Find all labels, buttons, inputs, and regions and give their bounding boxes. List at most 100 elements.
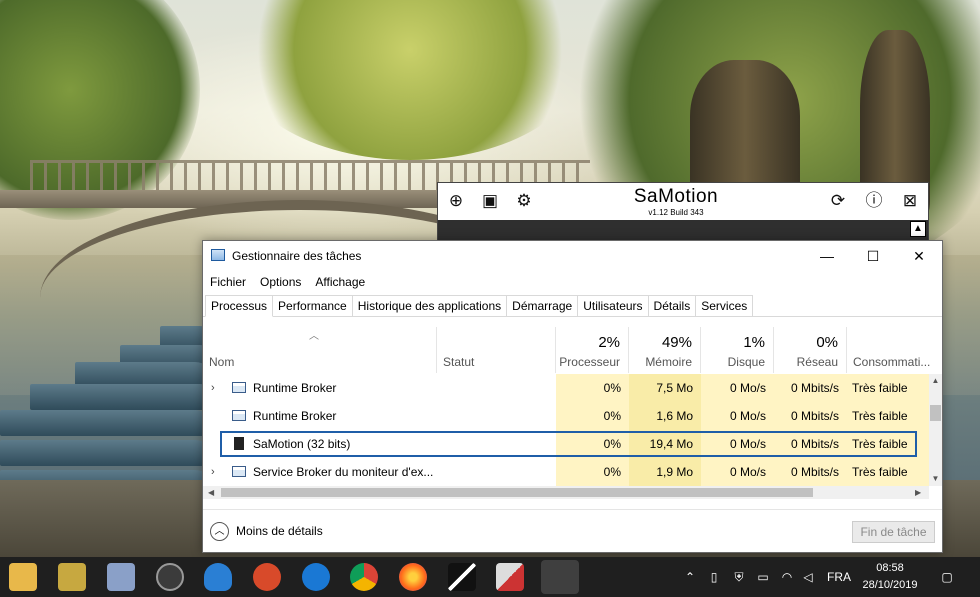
column-power[interactable]: Consommati... <box>847 327 942 373</box>
scroll-right-icon[interactable]: ▶ <box>915 486 921 499</box>
disk-cell: 0 Mo/s <box>701 374 774 402</box>
battery-icon[interactable]: ▭ <box>755 557 771 597</box>
column-cpu[interactable]: 2% Processeur <box>556 327 629 373</box>
menu-options[interactable]: Options <box>253 272 308 292</box>
scroll-thumb[interactable] <box>221 488 813 497</box>
chevron-right-icon[interactable]: › <box>211 374 215 402</box>
samotion-window: ⊕ ▣ ⚙ SaMotion v1.12 Build 343 ⟳ ⓘ ⊠ ▲ <box>437 182 929 242</box>
app-icon[interactable] <box>58 563 86 591</box>
power-cell: Très faible <box>847 458 929 486</box>
chevron-up-icon[interactable]: ▲ <box>910 221 926 237</box>
file-explorer-icon[interactable] <box>9 563 37 591</box>
vertical-scrollbar[interactable]: ▲ ▼ <box>929 374 942 486</box>
maximize-button[interactable]: ☐ <box>850 241 896 271</box>
firefox-icon[interactable] <box>399 563 427 591</box>
network-app-icon[interactable] <box>107 563 135 591</box>
menu-bar: Fichier Options Affichage <box>203 272 372 292</box>
usb-icon[interactable]: ▯ <box>707 557 721 597</box>
window-title: Gestionnaire des tâches <box>232 249 362 263</box>
refresh-icon[interactable]: ⟳ <box>828 191 848 211</box>
clock-date: 28/10/2019 <box>862 579 918 591</box>
add-circle-icon[interactable]: ⊕ <box>446 191 466 211</box>
tab-historique[interactable]: Historique des applications <box>351 295 508 317</box>
memory-cell: 7,5 Mo <box>629 374 701 402</box>
notification-icon[interactable]: ▢ <box>936 557 958 597</box>
scroll-left-icon[interactable]: ◀ <box>208 486 214 499</box>
process-name: Runtime Broker <box>253 409 337 423</box>
horizontal-scrollbar[interactable]: ◀ ▶ <box>203 486 929 499</box>
taskbar: ⌃ ▯ ⛨ ▭ ◠ ◁ FRA 08:58 28/10/2019 ▢ <box>0 557 980 597</box>
malwarebytes-icon[interactable] <box>204 563 232 591</box>
gear-icon[interactable]: ⚙ <box>514 191 534 211</box>
end-task-button[interactable]: Fin de tâche <box>852 521 935 543</box>
column-disk[interactable]: 1% Disque <box>701 327 774 373</box>
app-icon[interactable] <box>496 563 524 591</box>
tab-processus[interactable]: Processus <box>205 295 274 317</box>
language-indicator[interactable]: FRA <box>826 557 852 597</box>
process-icon <box>232 410 246 421</box>
taskmanager-icon[interactable] <box>541 560 579 594</box>
power-cell: Très faible <box>847 374 929 402</box>
wifi-icon[interactable]: ◠ <box>779 557 795 597</box>
scroll-down-icon[interactable]: ▼ <box>929 474 942 483</box>
info-icon[interactable]: ⓘ <box>864 191 884 211</box>
network-cell: 0 Mbits/s <box>774 402 847 430</box>
disk-cell: 0 Mo/s <box>701 458 774 486</box>
chevron-up-circle-icon[interactable]: ︿ <box>210 522 229 541</box>
process-icon <box>232 382 246 393</box>
tab-demarrage[interactable]: Démarrage <box>506 295 579 317</box>
memory-cell: 1,6 Mo <box>629 402 701 430</box>
less-details-link[interactable]: Moins de détails <box>236 524 323 538</box>
scroll-up-icon[interactable]: ▲ <box>929 376 942 385</box>
column-header: ︿ Nom Statut 2% Processeur 49% Mémoire 1… <box>203 327 942 373</box>
power-cell: Très faible <box>847 402 929 430</box>
column-status[interactable]: Statut <box>437 327 556 373</box>
task-manager-window: Gestionnaire des tâches — ☐ ✕ Fichier Op… <box>202 240 943 553</box>
save-icon[interactable]: ▣ <box>480 191 500 211</box>
footer: ︿ Moins de détails Fin de tâche <box>203 509 942 552</box>
column-name[interactable]: Nom <box>203 327 437 373</box>
tab-strip: Processus Performance Historique des app… <box>205 295 754 317</box>
title-bar[interactable]: Gestionnaire des tâches — ☐ ✕ <box>203 241 942 271</box>
table-row[interactable]: Runtime Broker 0% 1,6 Mo 0 Mo/s 0 Mbits/… <box>203 402 929 430</box>
cpu-cell: 0% <box>556 458 629 486</box>
task-manager-icon <box>211 249 225 261</box>
volume-icon[interactable]: ◁ <box>800 557 816 597</box>
process-icon <box>232 466 246 477</box>
cpu-cell: 0% <box>556 374 629 402</box>
camera-app-icon[interactable] <box>156 563 184 591</box>
close-box-icon[interactable]: ⊠ <box>900 191 920 211</box>
network-cell: 0 Mbits/s <box>774 374 847 402</box>
minimize-button[interactable]: — <box>804 241 850 271</box>
menu-affichage[interactable]: Affichage <box>308 272 372 292</box>
network-cell: 0 Mbits/s <box>774 458 847 486</box>
tab-performance[interactable]: Performance <box>272 295 353 317</box>
tab-details[interactable]: Détails <box>647 295 697 317</box>
process-name: Runtime Broker <box>253 381 337 395</box>
table-row[interactable]: › Service Broker du moniteur d'ex... 0% … <box>203 458 929 486</box>
chevron-right-icon[interactable]: › <box>211 458 215 486</box>
samotion-version: v1.12 Build 343 <box>648 208 704 217</box>
tab-utilisateurs[interactable]: Utilisateurs <box>577 295 649 317</box>
cpu-cell: 0% <box>556 402 629 430</box>
shield-icon[interactable]: ⛨ <box>731 557 747 597</box>
samotion-title: SaMotion <box>633 186 719 207</box>
chrome-icon[interactable] <box>350 563 378 591</box>
table-row-selected[interactable]: SaMotion (32 bits) 0% 19,4 Mo 0 Mo/s 0 M… <box>203 430 929 458</box>
edge-icon[interactable] <box>302 563 330 591</box>
clock[interactable]: 08:58 28/10/2019 <box>860 560 920 594</box>
memory-cell: 1,9 Mo <box>629 458 701 486</box>
process-name: Service Broker du moniteur d'ex... <box>253 465 434 479</box>
ccleaner-icon[interactable] <box>253 563 281 591</box>
close-button[interactable]: ✕ <box>896 241 942 271</box>
app-icon[interactable] <box>448 563 476 591</box>
tab-services[interactable]: Services <box>695 295 754 317</box>
chevron-up-icon[interactable]: ⌃ <box>683 557 697 597</box>
scroll-thumb[interactable] <box>930 405 941 421</box>
selection-outline <box>220 431 917 457</box>
column-network[interactable]: 0% Réseau <box>774 327 847 373</box>
menu-fichier[interactable]: Fichier <box>203 272 253 292</box>
column-memory[interactable]: 49% Mémoire <box>629 327 701 373</box>
disk-cell: 0 Mo/s <box>701 402 774 430</box>
table-row[interactable]: › Runtime Broker 0% 7,5 Mo 0 Mo/s 0 Mbit… <box>203 374 929 402</box>
